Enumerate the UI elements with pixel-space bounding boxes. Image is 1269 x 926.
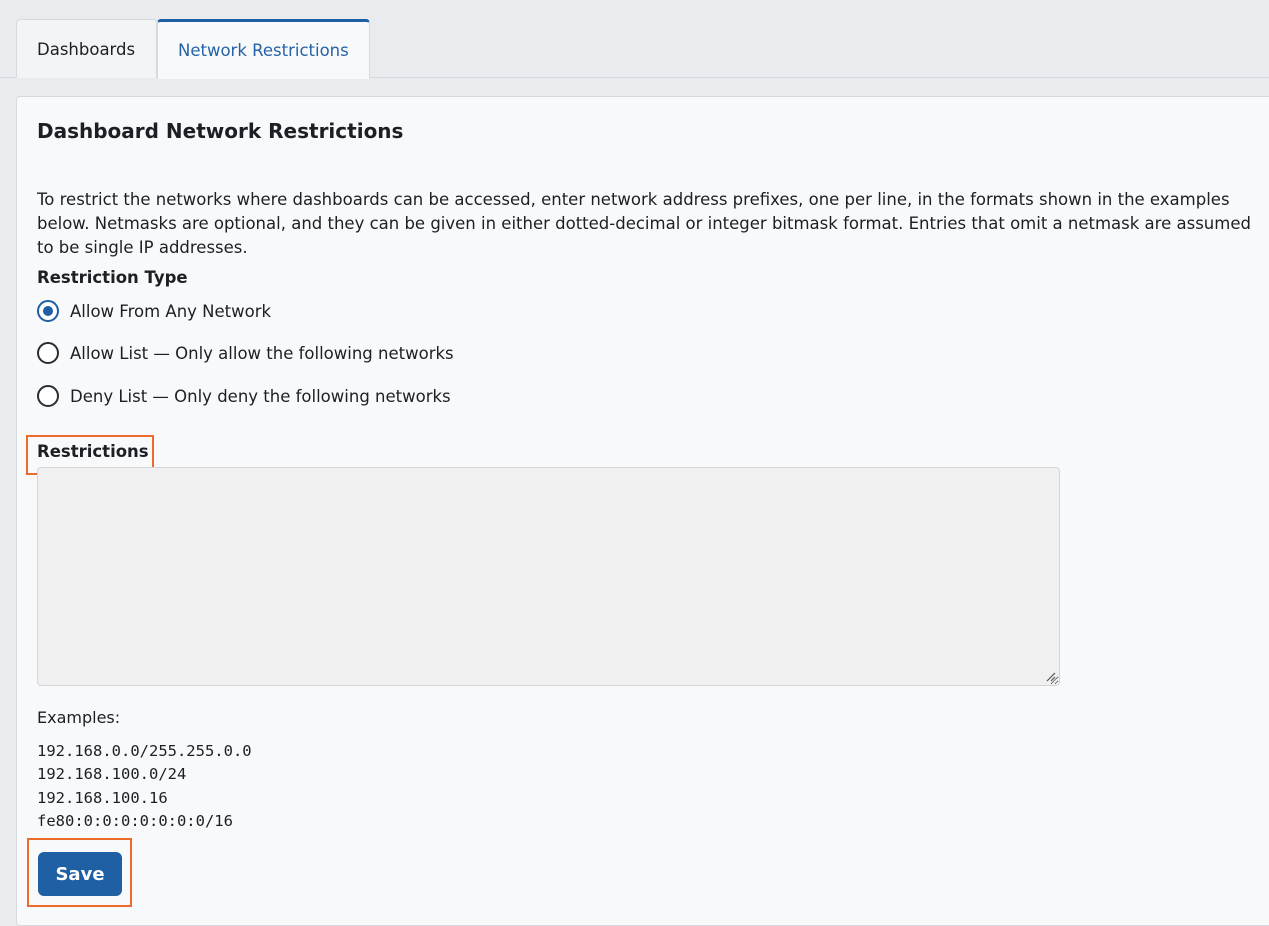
radio-label-allow-any: Allow From Any Network [70, 301, 272, 321]
radio-allow-any[interactable]: Allow From Any Network [37, 300, 271, 322]
tab-dashboards[interactable]: Dashboards [16, 19, 157, 78]
network-restrictions-panel: Dashboard Network Restrictions To restri… [16, 96, 1269, 926]
radio-label-deny-list: Deny List — Only deny the following netw… [70, 386, 451, 406]
radio-button-icon[interactable] [37, 385, 59, 407]
examples-list: 192.168.0.0/255.255.0.0 192.168.100.0/24… [37, 740, 252, 833]
example-item: fe80:0:0:0:0:0:0:0/16 [37, 811, 233, 830]
description-text: To restrict the networks where dashboard… [37, 190, 1251, 257]
radio-allow-list[interactable]: Allow List — Only allow the following ne… [37, 342, 454, 364]
examples-label: Examples: [37, 708, 121, 727]
tab-bar: Dashboards Network Restrictions [0, 0, 1269, 79]
restriction-type-label: Restriction Type [37, 268, 188, 287]
example-item: 192.168.100.0/24 [37, 765, 187, 784]
radio-deny-list[interactable]: Deny List — Only deny the following netw… [37, 385, 451, 407]
save-button[interactable]: Save [38, 852, 122, 896]
resize-grip-icon[interactable] [1044, 670, 1056, 682]
example-item: 192.168.0.0/255.255.0.0 [37, 742, 252, 760]
radio-button-icon[interactable] [37, 342, 59, 364]
restrictions-textarea[interactable] [37, 467, 1060, 686]
tab-network-restrictions[interactable]: Network Restrictions [157, 19, 370, 79]
page-title: Dashboard Network Restrictions [37, 119, 404, 143]
example-item: 192.168.100.16 [37, 788, 168, 807]
radio-button-checked-icon[interactable] [37, 300, 59, 322]
radio-label-allow-list: Allow List — Only allow the following ne… [70, 343, 454, 363]
restrictions-label: Restrictions [37, 442, 149, 461]
